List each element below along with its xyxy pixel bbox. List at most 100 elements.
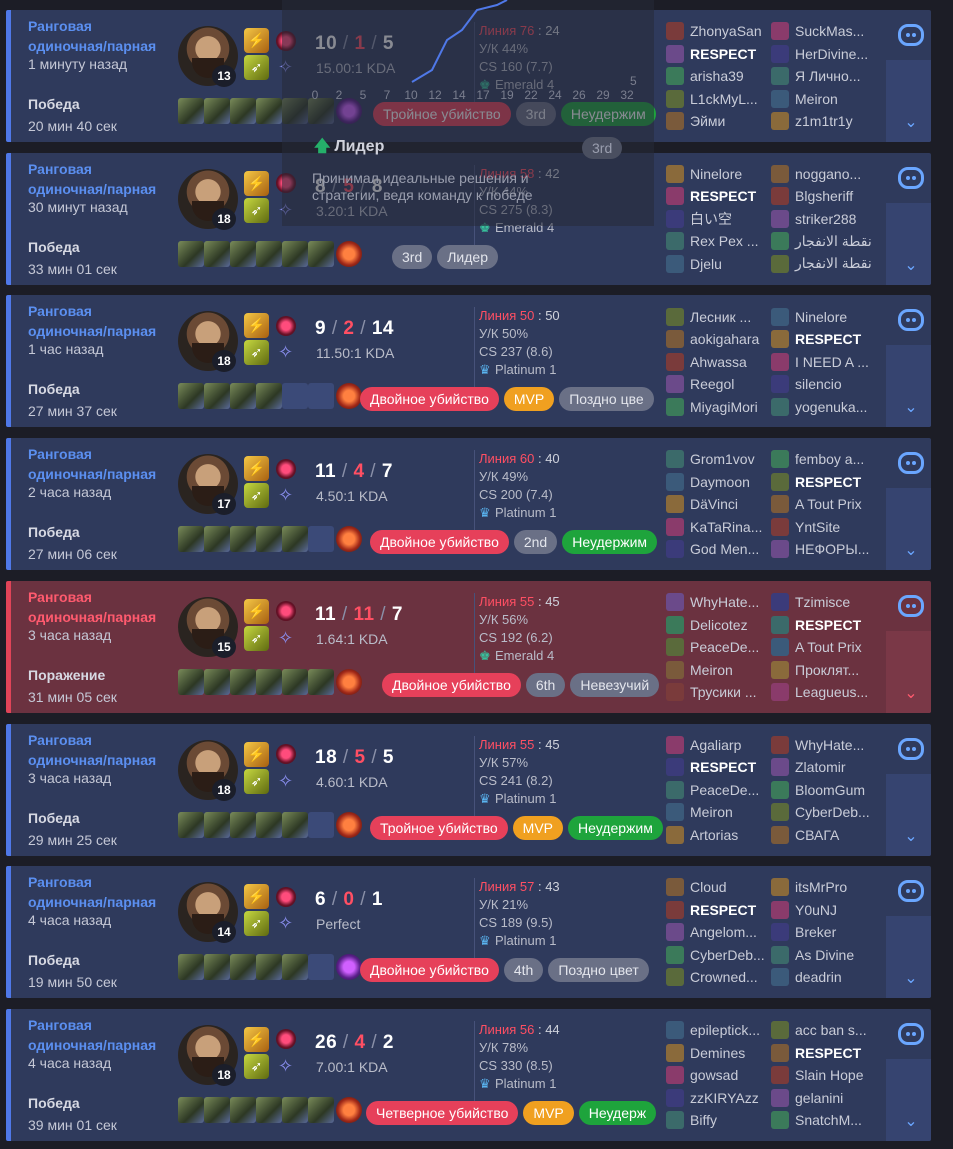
- badge[interactable]: Неудержим: [562, 530, 658, 555]
- player-entry[interactable]: Breker: [771, 921, 879, 944]
- badge[interactable]: Четверное убийство: [366, 1100, 519, 1125]
- player-entry[interactable]: femboy a...: [771, 448, 879, 471]
- item-slot[interactable]: [230, 240, 256, 267]
- player-entry[interactable]: yogenuka...: [771, 395, 879, 418]
- item-slot[interactable]: [256, 954, 282, 981]
- player-entry[interactable]: Agaliarp: [666, 734, 774, 757]
- primary-rune-icon[interactable]: [273, 884, 298, 909]
- item-slot[interactable]: [308, 811, 334, 838]
- player-entry[interactable]: RESPECT: [666, 43, 774, 66]
- match-card[interactable]: Ранговая одиночная/парная 3 часа назад Пор…: [6, 580, 931, 713]
- player-entry[interactable]: Angelom...: [666, 921, 774, 944]
- secondary-rune-icon[interactable]: ✧: [273, 340, 298, 365]
- badge[interactable]: MVP: [503, 387, 555, 412]
- item-slot[interactable]: [282, 240, 308, 267]
- player-entry[interactable]: PeaceDe...: [666, 636, 774, 659]
- player-entry[interactable]: Cloud: [666, 876, 774, 899]
- primary-rune-icon[interactable]: [273, 313, 298, 338]
- player-entry[interactable]: Проклят...: [771, 658, 879, 681]
- flash-spell-icon[interactable]: ⚡: [244, 741, 269, 767]
- badge[interactable]: Поздно цвет: [548, 958, 649, 983]
- player-entry[interactable]: Meiron: [771, 88, 879, 111]
- flash-spell-icon[interactable]: ⚡: [244, 456, 269, 482]
- expand-button[interactable]: ⌄: [886, 488, 931, 571]
- player-entry[interactable]: MiyagiMori: [666, 395, 774, 418]
- player-entry[interactable]: Ahwassa: [666, 350, 774, 373]
- badge[interactable]: Двойное убийство: [360, 958, 499, 983]
- badge[interactable]: MVP: [523, 1100, 574, 1125]
- item-slot[interactable]: [256, 668, 282, 695]
- flash-spell-icon[interactable]: ⚡: [244, 170, 269, 196]
- player-entry[interactable]: z1m1tr1y: [771, 110, 879, 133]
- item-slot[interactable]: [230, 668, 256, 695]
- secondary-rune-icon[interactable]: ✧: [273, 911, 298, 936]
- flash-spell-icon[interactable]: ⚡: [244, 884, 269, 910]
- primary-rune-icon[interactable]: [273, 456, 298, 481]
- player-entry[interactable]: deadrin: [771, 966, 879, 989]
- player-entry[interactable]: silencio: [771, 373, 879, 396]
- player-entry[interactable]: 白い空: [666, 208, 774, 231]
- trinket-icon[interactable]: [336, 383, 362, 410]
- item-slot[interactable]: [256, 1096, 282, 1123]
- match-card[interactable]: Ранговая одиночная/парная 3 часа назад Поб…: [6, 723, 931, 856]
- secondary-rune-icon[interactable]: ✧: [273, 626, 298, 651]
- badge[interactable]: Невезучий: [570, 672, 660, 697]
- secondary-rune-icon[interactable]: ✧: [273, 55, 298, 80]
- player-entry[interactable]: striker288: [771, 208, 879, 231]
- ghost-spell-icon[interactable]: ➶: [244, 911, 269, 937]
- player-entry[interactable]: Трусики ...: [666, 681, 774, 704]
- item-slot[interactable]: [308, 1096, 334, 1123]
- player-entry[interactable]: Blgsheriff: [771, 185, 879, 208]
- item-slot[interactable]: [204, 383, 230, 410]
- ai-analysis-button[interactable]: [886, 1009, 931, 1059]
- badge[interactable]: Неудерж: [578, 1100, 657, 1125]
- player-entry[interactable]: Meiron: [666, 658, 774, 681]
- badge[interactable]: 2nd: [513, 530, 558, 555]
- player-entry[interactable]: A Tout Prix: [771, 493, 879, 516]
- trinket-icon[interactable]: [336, 954, 362, 981]
- flash-spell-icon[interactable]: ⚡: [244, 1026, 269, 1052]
- badge[interactable]: Двойное убийство: [370, 530, 509, 555]
- badge[interactable]: Лидер: [437, 244, 498, 269]
- player-entry[interactable]: Slain Hope: [771, 1064, 879, 1087]
- trinket-icon[interactable]: [336, 811, 362, 838]
- item-slot[interactable]: [178, 1096, 204, 1123]
- player-entry[interactable]: RESPECT: [666, 185, 774, 208]
- player-entry[interactable]: Biffy: [666, 1109, 774, 1132]
- item-slot[interactable]: [256, 811, 282, 838]
- item-slot[interactable]: [178, 954, 204, 981]
- player-entry[interactable]: Reegol: [666, 373, 774, 396]
- player-entry[interactable]: WhyHate...: [666, 591, 774, 614]
- player-entry[interactable]: SuckMas...: [771, 20, 879, 43]
- player-entry[interactable]: WhyHate...: [771, 734, 879, 757]
- item-slot[interactable]: [204, 811, 230, 838]
- item-slot[interactable]: [282, 954, 308, 981]
- player-entry[interactable]: HerDivine...: [771, 43, 879, 66]
- player-entry[interactable]: Я Лично...: [771, 65, 879, 88]
- trinket-icon[interactable]: [336, 240, 362, 267]
- player-entry[interactable]: Ninelore: [666, 163, 774, 186]
- player-entry[interactable]: noggano...: [771, 163, 879, 186]
- item-slot[interactable]: [282, 383, 308, 410]
- player-entry[interactable]: BloomGum: [771, 779, 879, 802]
- item-slot[interactable]: [282, 98, 308, 124]
- player-entry[interactable]: aokigahara: [666, 328, 774, 351]
- player-entry[interactable]: Лесник ...: [666, 305, 774, 328]
- item-slot[interactable]: [256, 526, 282, 553]
- player-entry[interactable]: Rex Pex ...: [666, 230, 774, 253]
- player-entry[interactable]: PeaceDe...: [666, 779, 774, 802]
- badge[interactable]: MVP: [512, 815, 563, 840]
- item-slot[interactable]: [204, 98, 230, 124]
- secondary-rune-icon[interactable]: ✧: [273, 483, 298, 508]
- player-entry[interactable]: Zlatomir: [771, 756, 879, 779]
- badge[interactable]: 3rd: [515, 102, 556, 126]
- item-slot[interactable]: [230, 811, 256, 838]
- player-entry[interactable]: RESPECT: [771, 1041, 879, 1064]
- player-entry[interactable]: Delicotez: [666, 613, 774, 636]
- player-entry[interactable]: Artorias: [666, 824, 774, 847]
- player-entry[interactable]: CyberDeb...: [771, 801, 879, 824]
- player-entry[interactable]: As Divine: [771, 944, 879, 967]
- ghost-spell-icon[interactable]: ➶: [244, 340, 269, 366]
- expand-button[interactable]: ⌄: [886, 202, 931, 285]
- player-entry[interactable]: KaTaRina...: [666, 516, 774, 539]
